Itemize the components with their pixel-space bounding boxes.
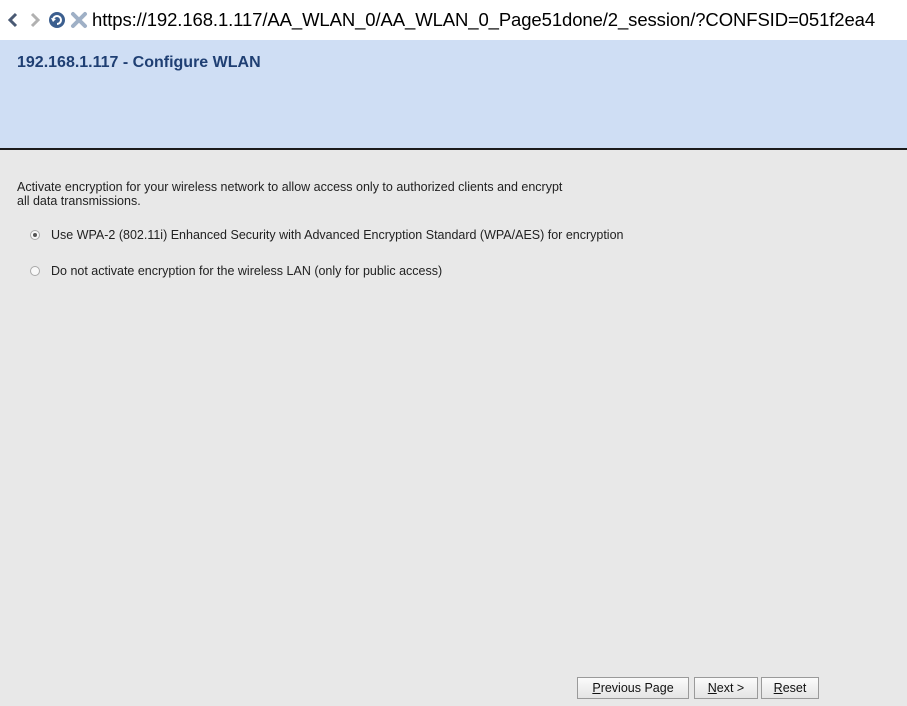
option-label: Use WPA-2 (802.11i) Enhanced Security wi…: [51, 228, 624, 242]
page-header: 192.168.1.117 - Configure WLAN: [0, 40, 907, 150]
radio-button[interactable]: [30, 266, 40, 276]
stop-button[interactable]: [70, 11, 88, 29]
intro-text: Activate encryption for your wireless ne…: [17, 180, 563, 208]
button-label: Next >: [707, 681, 745, 695]
button-label: Reset: [773, 681, 807, 695]
main-content: Activate encryption for your wireless ne…: [0, 150, 907, 706]
next-button[interactable]: Next >: [694, 677, 758, 699]
reload-button[interactable]: [48, 11, 66, 29]
previous-page-button[interactable]: Previous Page: [577, 677, 689, 699]
page-title: 192.168.1.117 - Configure WLAN: [17, 54, 261, 71]
browser-toolbar: https://192.168.1.117/AA_WLAN_0/AA_WLAN_…: [0, 0, 907, 40]
button-label: Previous Page: [592, 681, 674, 695]
option-label: Do not activate encryption for the wirel…: [51, 264, 443, 278]
address-bar[interactable]: https://192.168.1.117/AA_WLAN_0/AA_WLAN_…: [92, 9, 907, 31]
forward-button[interactable]: [26, 11, 44, 29]
back-button[interactable]: [4, 11, 22, 29]
encryption-option-wpa2[interactable]: Use WPA-2 (802.11i) Enhanced Security wi…: [30, 228, 624, 242]
reload-icon: [48, 11, 66, 29]
chevron-right-icon: [27, 12, 43, 28]
radio-button-selected[interactable]: [30, 230, 40, 240]
stop-icon: [70, 11, 88, 29]
chevron-left-icon: [5, 12, 21, 28]
reset-button[interactable]: Reset: [761, 677, 819, 699]
encryption-option-none[interactable]: Do not activate encryption for the wirel…: [30, 264, 442, 278]
